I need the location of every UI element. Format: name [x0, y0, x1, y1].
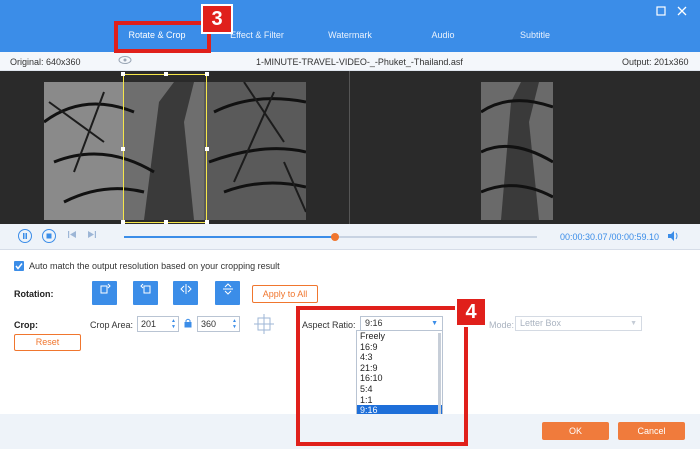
flip-horizontal-button[interactable] — [173, 281, 198, 305]
file-name: 1-MINUTE-TRAVEL-VIDEO-_-Phuket_-Thailand… — [256, 57, 463, 67]
chevron-down-icon: ▼ — [630, 320, 637, 327]
spinner-arrows-icon[interactable]: ▲ ▼ — [171, 318, 176, 330]
output-video-frame — [481, 82, 553, 220]
crop-area-label: Crop Area: — [90, 320, 134, 330]
progress-fill — [124, 236, 335, 238]
crop-height-value: 360 — [201, 319, 217, 329]
preview-divider — [349, 71, 350, 224]
stop-icon[interactable] — [42, 229, 56, 243]
preview-area — [0, 71, 700, 224]
zoom-mode-value: Letter Box — [520, 318, 562, 328]
crop-width-field[interactable]: 201 ▲ ▼ — [137, 316, 179, 332]
progress-thumb[interactable] — [330, 233, 339, 241]
rotate-right-icon — [139, 283, 152, 298]
callout-highlight-aspect — [296, 306, 468, 446]
rotate-left-icon — [99, 283, 111, 298]
flip-vertical-button[interactable] — [215, 281, 240, 305]
step-4-badge: 4 — [455, 297, 487, 327]
auto-match-checkbox[interactable] — [14, 261, 24, 271]
current-time: 00:00:30.07 — [560, 232, 608, 242]
eye-icon[interactable] — [118, 55, 132, 67]
next-frame-icon[interactable] — [87, 230, 96, 241]
callout-highlight-tab — [114, 21, 211, 53]
apply-to-all-button[interactable]: Apply to All — [252, 285, 318, 303]
crop-height-field[interactable]: 360 ▲ ▼ — [197, 316, 240, 332]
info-bar: Original: 640x360 1-MINUTE-TRAVEL-VIDEO-… — [0, 52, 700, 71]
reset-button[interactable]: Reset — [14, 334, 81, 351]
rotate-left-button[interactable] — [92, 281, 117, 305]
original-resolution: Original: 640x360 — [10, 57, 81, 67]
tab-audio[interactable]: Audio — [398, 30, 488, 40]
zoom-mode-select[interactable]: Letter Box ▼ — [515, 316, 642, 331]
output-resolution: Output: 201x360 — [622, 57, 689, 67]
flip-vertical-icon — [222, 283, 234, 298]
pause-icon[interactable] — [18, 229, 32, 243]
tab-bar: Rotate & Crop Effect & Filter Watermark … — [0, 0, 700, 52]
previous-frame-icon[interactable] — [68, 230, 77, 241]
ok-button[interactable]: OK — [542, 422, 609, 440]
rotation-label: Rotation: — [14, 289, 54, 299]
auto-match-label: Auto match the output resolution based o… — [29, 261, 280, 271]
crop-label: Crop: — [14, 320, 38, 330]
tab-watermark[interactable]: Watermark — [305, 30, 395, 40]
close-icon[interactable] — [677, 6, 687, 16]
step-3-badge: 3 — [201, 4, 233, 34]
crop-width-value: 201 — [141, 319, 157, 329]
lock-icon[interactable] — [184, 318, 192, 331]
flip-horizontal-icon — [179, 284, 192, 298]
crop-handle[interactable] — [121, 72, 125, 76]
total-time: /00:00:59.10 — [609, 232, 660, 242]
center-crop-icon[interactable] — [253, 313, 275, 338]
cancel-button[interactable]: Cancel — [618, 422, 685, 440]
playback-bar: 00:00:30.07 /00:00:59.10 — [0, 224, 700, 250]
crop-handle[interactable] — [121, 147, 125, 151]
rotate-right-button[interactable] — [133, 281, 158, 305]
crop-handle[interactable] — [164, 72, 168, 76]
spinner-arrows-icon[interactable]: ▲ ▼ — [232, 318, 237, 330]
progress-track[interactable] — [124, 233, 537, 241]
tab-subtitle[interactable]: Subtitle — [490, 30, 580, 40]
zoom-mode-label: Mode: — [489, 320, 515, 330]
crop-selection-box[interactable] — [121, 72, 209, 224]
crop-handle[interactable] — [205, 147, 209, 151]
maximize-icon[interactable] — [656, 6, 666, 16]
volume-icon[interactable] — [667, 230, 679, 244]
crop-handle[interactable] — [205, 72, 209, 76]
